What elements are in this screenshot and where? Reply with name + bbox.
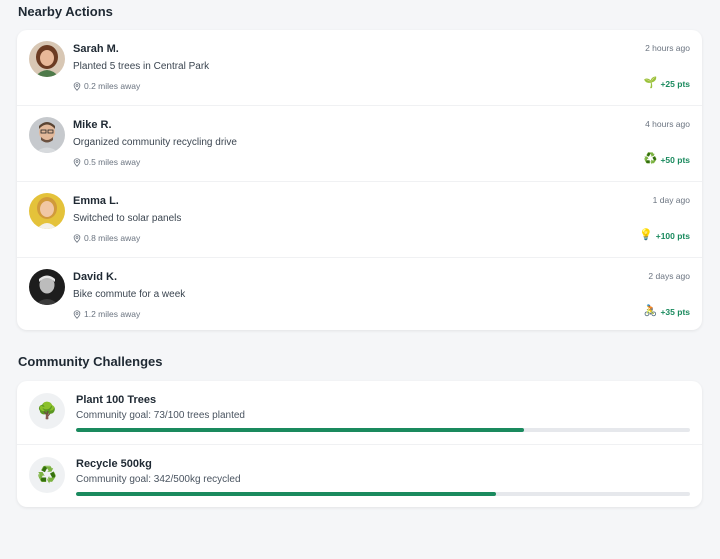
- distance: 1.2 miles away: [73, 309, 140, 319]
- distance-text: 0.8 miles away: [84, 233, 141, 243]
- location-pin-icon: [73, 81, 81, 91]
- progress-bar-fill: [76, 492, 496, 496]
- challenge-item[interactable]: ♻️ Recycle 500kg Community goal: 342/500…: [17, 445, 702, 508]
- progress-bar: [76, 492, 690, 496]
- timestamp: 2 days ago: [648, 271, 690, 281]
- location-pin-icon: [73, 233, 81, 243]
- progress-bar-fill: [76, 428, 525, 432]
- distance: 0.8 miles away: [73, 233, 140, 243]
- points-badge: 💡 +100 pts: [639, 230, 690, 241]
- action-item[interactable]: David K. Bike commute for a week 1.2 mil…: [17, 258, 702, 333]
- community-challenges-card: 🌳 Plant 100 Trees Community goal: 73/100…: [17, 381, 702, 507]
- community-challenges-title: Community Challenges: [18, 354, 163, 369]
- lightbulb-icon: 💡: [639, 229, 653, 241]
- points-badge: 🌱 +25 pts: [644, 78, 690, 89]
- distance-text: 0.2 miles away: [84, 81, 141, 91]
- nearby-actions-card: Sarah M. Planted 5 trees in Central Park…: [17, 30, 702, 330]
- avatar[interactable]: [29, 193, 65, 229]
- distance: 0.2 miles away: [73, 81, 140, 91]
- timestamp: 2 hours ago: [645, 43, 690, 53]
- points-badge: ♻️ +50 pts: [644, 154, 690, 165]
- challenge-progress-text: Community goal: 73/100 trees planted: [76, 410, 245, 421]
- user-name: David K.: [73, 271, 118, 283]
- action-description: Bike commute for a week: [73, 289, 186, 300]
- challenge-item[interactable]: 🌳 Plant 100 Trees Community goal: 73/100…: [17, 381, 702, 445]
- timestamp: 1 day ago: [652, 195, 690, 205]
- points-badge: 🚴 +35 pts: [644, 306, 690, 317]
- points-text: +25 pts: [660, 78, 690, 89]
- action-item[interactable]: Emma L. Switched to solar panels 0.8 mil…: [17, 182, 702, 258]
- distance-text: 1.2 miles away: [84, 309, 141, 319]
- seedling-icon: 🌱: [643, 77, 658, 89]
- action-description: Planted 5 trees in Central Park: [73, 61, 210, 72]
- location-pin-icon: [73, 157, 81, 167]
- points-text: +100 pts: [655, 230, 690, 241]
- challenge-progress-text: Community goal: 342/500kg recycled: [76, 474, 241, 485]
- nearby-actions-title: Nearby Actions: [18, 4, 113, 19]
- challenge-title: Recycle 500kg: [76, 458, 152, 470]
- tree-icon: 🌳: [29, 393, 65, 429]
- user-name: Sarah M.: [73, 43, 119, 55]
- challenge-title: Plant 100 Trees: [76, 394, 157, 406]
- progress-bar: [76, 428, 690, 432]
- avatar[interactable]: [29, 41, 65, 77]
- recycle-icon: ♻️: [29, 457, 65, 493]
- avatar[interactable]: [29, 117, 65, 153]
- location-pin-icon: [73, 309, 81, 319]
- action-item[interactable]: Mike R. Organized community recycling dr…: [17, 106, 702, 182]
- action-item[interactable]: Sarah M. Planted 5 trees in Central Park…: [17, 30, 702, 106]
- avatar[interactable]: [29, 269, 65, 305]
- points-text: +50 pts: [660, 154, 690, 165]
- bicycle-icon: 🚴: [643, 305, 658, 317]
- distance: 0.5 miles away: [73, 157, 140, 167]
- distance-text: 0.5 miles away: [84, 157, 141, 167]
- recycle-icon: ♻️: [643, 153, 658, 165]
- action-description: Switched to solar panels: [73, 213, 182, 224]
- action-description: Organized community recycling drive: [73, 137, 237, 148]
- user-name: Mike R.: [73, 119, 112, 131]
- points-text: +35 pts: [660, 306, 690, 317]
- timestamp: 4 hours ago: [645, 119, 690, 129]
- user-name: Emma L.: [73, 195, 119, 207]
